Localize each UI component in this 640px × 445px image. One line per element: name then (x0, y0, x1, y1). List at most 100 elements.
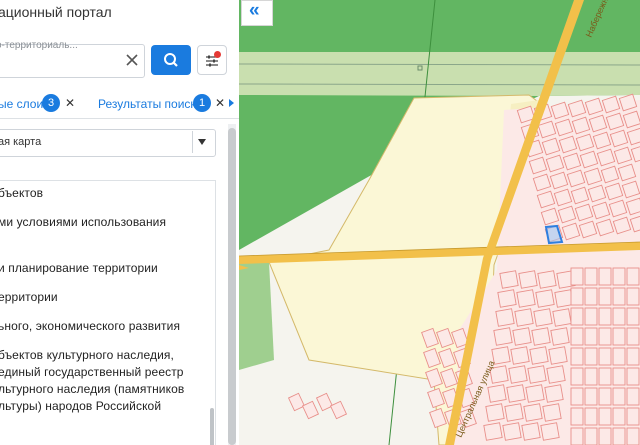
land-parcel[interactable] (518, 270, 538, 289)
land-parcel[interactable] (612, 367, 626, 386)
layer-list-item[interactable]: ьного, экономического развития (0, 319, 180, 333)
land-parcel[interactable] (598, 267, 612, 286)
land-parcel[interactable] (598, 387, 612, 406)
land-parcel[interactable] (584, 267, 598, 286)
land-parcel[interactable] (544, 384, 564, 403)
land-parcel[interactable] (554, 289, 574, 308)
filter-button[interactable] (197, 45, 227, 75)
land-parcel[interactable] (483, 422, 503, 441)
land-parcel[interactable] (552, 308, 572, 327)
map-canvas[interactable]: Центральная улица Набережная (239, 0, 640, 445)
land-parcel[interactable] (570, 387, 584, 406)
land-parcel[interactable] (598, 307, 612, 326)
land-parcel[interactable] (598, 407, 612, 426)
land-parcel[interactable] (598, 347, 612, 366)
search-button[interactable] (151, 45, 191, 75)
panel-scrollbar-thumb[interactable] (228, 128, 236, 445)
land-parcel[interactable] (521, 422, 541, 441)
land-parcel[interactable] (529, 346, 549, 365)
land-parcel[interactable] (550, 327, 570, 346)
land-parcel[interactable] (502, 422, 522, 441)
close-icon[interactable] (124, 52, 140, 68)
land-parcel[interactable] (514, 308, 534, 327)
land-parcel[interactable] (570, 307, 584, 326)
land-parcel[interactable] (584, 407, 598, 426)
land-parcel[interactable] (584, 367, 598, 386)
tab-layers[interactable]: ые слои (0, 97, 43, 111)
tabs-scroll-right-icon[interactable] (229, 99, 234, 107)
land-parcel[interactable] (612, 287, 626, 306)
land-parcel[interactable] (570, 347, 584, 366)
land-parcel[interactable] (584, 427, 598, 445)
land-parcel[interactable] (548, 346, 568, 365)
land-parcel[interactable] (598, 327, 612, 346)
list-scrollbar-thumb[interactable] (210, 408, 214, 445)
land-parcel[interactable] (537, 270, 557, 289)
land-parcel[interactable] (495, 308, 515, 327)
land-parcel[interactable] (612, 347, 626, 366)
land-parcel[interactable] (626, 267, 640, 286)
land-parcel[interactable] (527, 365, 547, 384)
double-chevron-left-icon[interactable]: « (249, 0, 260, 22)
land-parcel[interactable] (626, 387, 640, 406)
land-parcel[interactable] (626, 327, 640, 346)
land-parcel[interactable] (508, 365, 528, 384)
land-parcel[interactable] (626, 307, 640, 326)
layer-list-item[interactable]: бъектов культурного наследия, (0, 348, 174, 362)
land-parcel[interactable] (612, 407, 626, 426)
land-parcel[interactable] (584, 307, 598, 326)
tab-search-results[interactable]: Результаты поиска (98, 97, 203, 111)
land-parcel[interactable] (598, 367, 612, 386)
map-view[interactable]: Центральная улица Набережная (239, 0, 640, 445)
land-parcel[interactable] (301, 400, 320, 420)
land-parcel[interactable] (546, 365, 566, 384)
land-parcel[interactable] (626, 427, 640, 445)
land-parcel[interactable] (535, 289, 555, 308)
land-parcel[interactable] (512, 327, 532, 346)
tab-results-close-icon[interactable]: ✕ (215, 96, 225, 110)
land-parcel[interactable] (570, 367, 584, 386)
land-parcel[interactable] (570, 407, 584, 426)
land-parcel[interactable] (542, 403, 562, 422)
land-parcel[interactable] (287, 392, 306, 412)
land-parcel[interactable] (506, 384, 526, 403)
land-parcel[interactable] (499, 270, 519, 289)
land-parcel[interactable] (504, 403, 524, 422)
land-parcel[interactable] (612, 427, 626, 445)
land-parcel[interactable] (485, 403, 505, 422)
land-parcel[interactable] (626, 347, 640, 366)
land-parcel[interactable] (626, 407, 640, 426)
land-parcel[interactable] (497, 289, 517, 308)
land-parcel[interactable] (516, 289, 536, 308)
land-parcel[interactable] (510, 346, 530, 365)
land-parcel[interactable] (540, 422, 560, 441)
land-parcel[interactable] (626, 367, 640, 386)
land-parcel[interactable] (531, 327, 551, 346)
land-parcel[interactable] (612, 267, 626, 286)
land-parcel[interactable] (329, 400, 348, 420)
land-parcel[interactable] (493, 327, 513, 346)
land-parcel[interactable] (570, 327, 584, 346)
layer-list-item[interactable]: бъектов (0, 186, 43, 200)
land-parcel[interactable] (612, 307, 626, 326)
land-parcel[interactable] (523, 403, 543, 422)
land-parcel[interactable] (612, 327, 626, 346)
land-parcel[interactable] (584, 327, 598, 346)
land-parcel[interactable] (533, 308, 553, 327)
land-parcel[interactable] (491, 346, 511, 365)
layer-list-item[interactable]: и планирование территории (0, 261, 158, 275)
land-parcel[interactable] (598, 427, 612, 445)
land-parcel[interactable] (626, 287, 640, 306)
layer-list-item[interactable]: ерритории (0, 290, 58, 304)
land-parcel[interactable] (570, 287, 584, 306)
chevron-down-icon[interactable] (198, 139, 206, 145)
land-parcel[interactable] (525, 384, 545, 403)
land-parcel[interactable] (598, 287, 612, 306)
land-parcel[interactable] (570, 427, 584, 445)
land-parcel[interactable] (584, 387, 598, 406)
land-parcel[interactable] (584, 287, 598, 306)
land-parcel[interactable] (584, 347, 598, 366)
land-parcel[interactable] (612, 387, 626, 406)
land-parcel[interactable] (487, 384, 507, 403)
land-parcel[interactable] (315, 392, 334, 412)
